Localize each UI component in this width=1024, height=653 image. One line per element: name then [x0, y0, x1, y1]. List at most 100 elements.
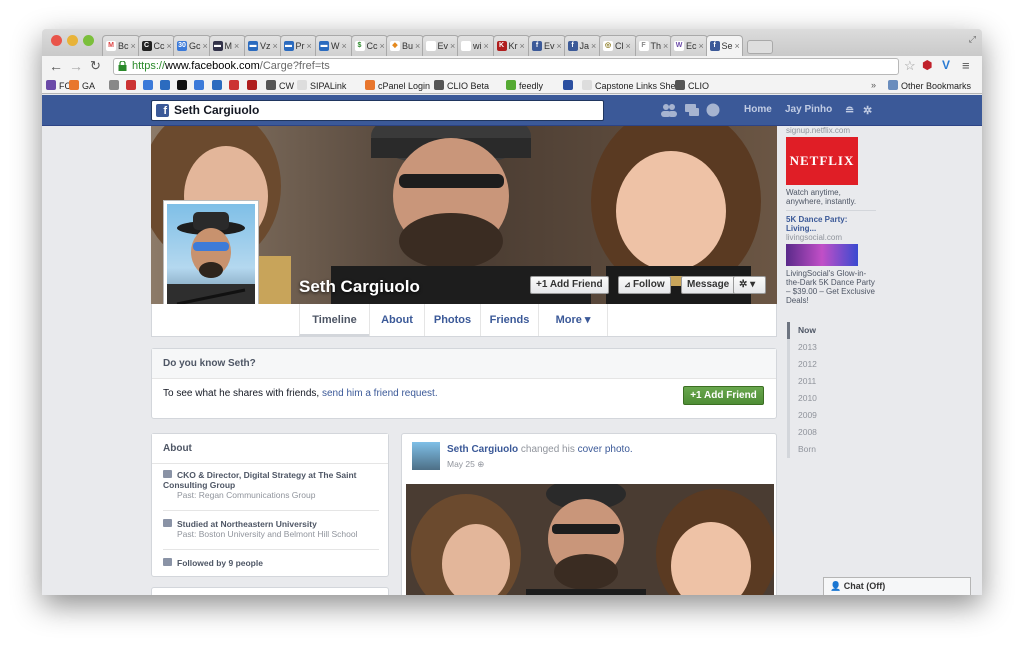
browser-tab[interactable]: $ Cc × — [350, 35, 388, 56]
browser-tab[interactable]: 30 Gc × — [173, 35, 211, 56]
user-profile-link[interactable]: Jay Pinho — [785, 104, 832, 115]
bookmark-item[interactable] — [126, 80, 139, 91]
facebook-logo-icon[interactable]: f — [156, 104, 169, 117]
tab-close-icon[interactable]: × — [735, 41, 740, 51]
timeline-year-item[interactable]: Born — [787, 441, 827, 458]
add-friend-green-button[interactable]: +1 Add Friend — [683, 386, 764, 405]
tab-photos[interactable]: Photos — [424, 304, 480, 336]
chat-bar[interactable]: 👤 Chat (Off) — [823, 577, 971, 595]
more-options-button[interactable]: ✲ ▾ — [733, 276, 766, 294]
tab-close-icon[interactable]: × — [699, 41, 704, 51]
post-object-link[interactable]: cover photo. — [578, 444, 633, 455]
bookmark-item[interactable]: Capstone Links Sheet — [582, 80, 683, 91]
close-window-button[interactable] — [51, 35, 62, 46]
tab-about[interactable]: About — [369, 304, 424, 336]
bookmark-item[interactable] — [563, 80, 576, 91]
search-input[interactable]: f Seth Cargiuolo — [151, 100, 604, 121]
timeline-year-item[interactable]: 2011 — [787, 373, 827, 390]
browser-tab[interactable]: K Kr × — [492, 35, 530, 56]
bookmark-item[interactable]: feedly — [506, 80, 543, 91]
bookmark-item[interactable]: CW — [266, 80, 294, 91]
settings-gear-icon[interactable]: ✲ — [863, 104, 872, 117]
extension-icon[interactable]: ⬢ — [922, 58, 932, 72]
tab-close-icon[interactable]: × — [203, 41, 208, 51]
tab-close-icon[interactable]: × — [663, 41, 668, 51]
browser-tab[interactable]: ▬ Pr × — [279, 35, 317, 56]
tab-close-icon[interactable]: × — [520, 41, 525, 51]
other-bookmarks-button[interactable]: Other Bookmarks — [888, 80, 971, 91]
post-date[interactable]: May 25 — [447, 459, 475, 469]
bookmark-item[interactable]: FC — [46, 80, 71, 91]
tab-close-icon[interactable]: × — [557, 41, 562, 51]
post-photo[interactable] — [406, 484, 774, 595]
browser-tab[interactable]: f Ja × — [563, 35, 601, 56]
zoom-window-button[interactable] — [83, 35, 94, 46]
bookmark-item[interactable] — [177, 80, 190, 91]
education-school-link[interactable]: Northeastern University — [220, 519, 316, 529]
reload-icon[interactable]: ↻ — [90, 58, 101, 74]
tab-close-icon[interactable]: × — [342, 41, 347, 51]
timeline-year-item[interactable]: 2010 — [787, 390, 827, 407]
minimize-window-button[interactable] — [67, 35, 78, 46]
back-icon[interactable]: ← — [49, 58, 63, 74]
bookmark-item[interactable] — [160, 80, 173, 91]
post-author-link[interactable]: Seth Cargiuolo — [447, 444, 518, 455]
notifications-icon[interactable] — [706, 103, 721, 117]
browser-tab[interactable]: ▬ W × — [315, 35, 353, 56]
post-author-avatar[interactable] — [412, 442, 440, 470]
browser-tab[interactable]: Ev × — [421, 35, 459, 56]
ad2-title[interactable]: 5K Dance Party: Living... — [786, 215, 876, 233]
browser-tab[interactable]: W Ec × — [670, 35, 708, 56]
browser-tab[interactable]: ◎ Cl × — [599, 35, 637, 56]
bookmark-item[interactable] — [229, 80, 242, 91]
tab-more[interactable]: More ▾ — [538, 304, 608, 336]
tab-friends[interactable]: Friends — [480, 304, 538, 336]
tab-close-icon[interactable]: × — [450, 41, 455, 51]
followers-link[interactable]: 9 people — [228, 558, 262, 568]
browser-tab[interactable]: ▬ Vz × — [244, 35, 282, 56]
ad2-image[interactable] — [786, 244, 858, 266]
tab-close-icon[interactable]: × — [131, 41, 136, 51]
browser-tab[interactable]: ▬ M × — [208, 35, 246, 56]
bookmark-item[interactable]: cPanel Login — [365, 80, 430, 91]
fullscreen-icon[interactable]: ⤢ — [969, 34, 976, 45]
star-icon[interactable]: ☆ — [904, 58, 916, 74]
bookmark-item[interactable]: GA — [69, 80, 95, 91]
bookmark-item[interactable]: CLIO — [675, 80, 709, 91]
browser-tab[interactable]: M Bc × — [102, 35, 140, 56]
privacy-shortcuts-icon[interactable]: ≘ — [845, 104, 854, 117]
tab-close-icon[interactable]: × — [380, 41, 385, 51]
bookmarks-overflow-button[interactable]: » — [871, 80, 876, 90]
tab-close-icon[interactable]: × — [626, 41, 631, 51]
tab-timeline[interactable]: Timeline — [299, 304, 369, 336]
tab-close-icon[interactable]: × — [484, 41, 489, 51]
extension-v-icon[interactable]: V — [942, 58, 950, 72]
browser-tab[interactable]: C Cc × — [137, 35, 175, 56]
bookmark-item[interactable]: CLIO Beta — [434, 80, 489, 91]
tab-close-icon[interactable]: × — [307, 41, 312, 51]
bookmark-item[interactable] — [247, 80, 260, 91]
timeline-year-item[interactable]: 2013 — [787, 339, 827, 356]
tab-close-icon[interactable]: × — [415, 41, 420, 51]
bookmark-item[interactable] — [212, 80, 225, 91]
timeline-year-item[interactable]: 2012 — [787, 356, 827, 373]
follow-button[interactable]: ⊿ Follow — [618, 276, 671, 294]
timeline-year-item[interactable]: 2008 — [787, 424, 827, 441]
messages-icon[interactable] — [684, 103, 700, 117]
timeline-year-item[interactable]: 2009 — [787, 407, 827, 424]
browser-tab[interactable]: F Th × — [634, 35, 672, 56]
browser-tab[interactable]: f Se × — [705, 35, 743, 56]
bookmark-item[interactable]: SIPALink — [297, 80, 346, 91]
bookmark-item[interactable] — [194, 80, 207, 91]
browser-tab[interactable]: ◆ Bu × — [386, 35, 424, 56]
browser-tab[interactable]: f Ev × — [528, 35, 566, 56]
tab-close-icon[interactable]: × — [273, 41, 278, 51]
menu-icon[interactable]: ≡ — [962, 58, 970, 73]
new-tab-button[interactable] — [747, 40, 773, 54]
bookmark-item[interactable] — [109, 80, 122, 91]
message-button[interactable]: Message — [681, 276, 736, 294]
home-link[interactable]: Home — [744, 104, 772, 115]
friend-requests-icon[interactable] — [660, 103, 678, 117]
ad1-image[interactable]: NETFLIX — [786, 137, 858, 185]
send-friend-request-link[interactable]: send him a friend request. — [322, 388, 438, 399]
